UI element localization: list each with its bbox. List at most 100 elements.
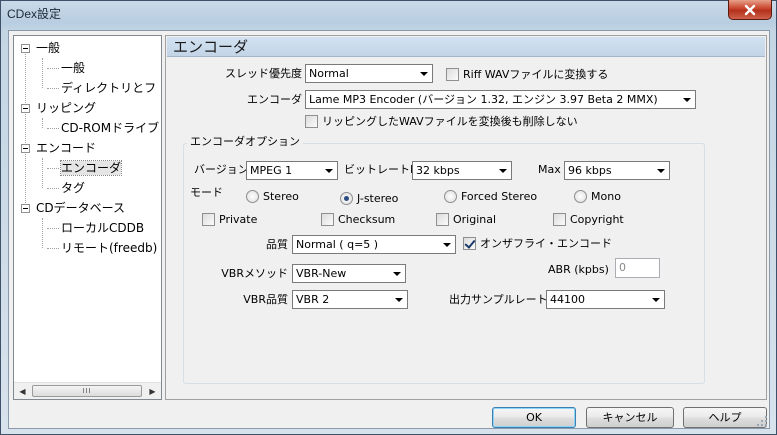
tree-item-local-cddb[interactable]: ローカルCDDB (61, 219, 144, 237)
checksum-checkbox[interactable]: Checksum (321, 213, 395, 227)
ok-button[interactable]: OK (492, 407, 576, 428)
copyright-label: Copyright (570, 213, 624, 226)
help-button[interactable]: ヘルプ (683, 407, 767, 428)
riff-wav-label: Riff WAVファイルに変換する (463, 68, 609, 81)
version-label: バージョン (194, 163, 249, 176)
tree-item-label: エンコーダ (59, 160, 123, 176)
on-the-fly-checkbox[interactable]: オンザフライ・エンコード (463, 237, 612, 251)
settings-window: CDex設定 一般 一般 ディレクトリとフ リッピング CD-ROMドライブ エ… (0, 0, 777, 435)
quality-select[interactable]: Normal ( q=5 ) (292, 235, 456, 254)
scroll-thumb[interactable]: III (32, 385, 142, 397)
thread-priority-label: スレッド優先度 (225, 67, 302, 80)
tree-item-cdrom-drive[interactable]: CD-ROMドライブ (61, 119, 159, 137)
bitrate-min-select[interactable]: 32 kbps (412, 161, 512, 180)
chevron-down-icon (321, 162, 337, 179)
radio-dot (444, 190, 457, 203)
tree-expander-encode[interactable] (21, 144, 30, 153)
window-title: CDex設定 (7, 7, 62, 21)
panel-header: エンコーダ (167, 37, 765, 57)
mode-radio-forced-stereo[interactable]: Forced Stereo (444, 190, 537, 204)
radio-dot (340, 192, 353, 205)
tree-expander-cddb[interactable] (21, 204, 30, 213)
tree-item-directories[interactable]: ディレクトリとフ (61, 79, 156, 97)
version-select[interactable]: MPEG 1 (246, 161, 338, 180)
title-bar[interactable]: CDex設定 (1, 0, 776, 27)
tree-item-label: 一般 (61, 61, 86, 75)
on-the-fly-label: オンザフライ・エンコード (480, 237, 612, 250)
chevron-down-icon (439, 236, 455, 253)
tree-guide-line (47, 88, 59, 89)
mode-option-label: Stereo (263, 190, 299, 203)
original-checkbox[interactable]: Original (436, 213, 496, 227)
mode-label: モード (190, 186, 223, 199)
riff-wav-checkbox[interactable]: Riff WAVファイルに変換する (446, 68, 608, 82)
mode-radio-stereo[interactable]: Stereo (246, 190, 299, 204)
thread-priority-select[interactable]: Normal (305, 64, 433, 83)
sample-rate-select[interactable]: 44100 (546, 290, 665, 309)
tree-item-remote-freedb[interactable]: リモート(freedb) (61, 239, 157, 257)
tree-item-ripping[interactable]: リッピング (36, 99, 96, 117)
tree-guide-line (47, 68, 59, 69)
encoder-options-title: エンコーダオプション (187, 135, 303, 149)
copyright-checkbox[interactable]: Copyright (553, 213, 624, 227)
mode-radio-mono[interactable]: Mono (574, 190, 621, 204)
checkbox-box (553, 213, 566, 226)
tree-guide-line (47, 228, 59, 229)
encoder-select[interactable]: Lame MP3 Encoder (バージョン 1.32, エンジン 3.97 … (305, 90, 696, 109)
tree-guide-line (42, 58, 43, 88)
keep-wav-checkbox[interactable]: リッピングしたWAVファイルを変換後も削除しない (305, 115, 578, 129)
tree-item-label: CD-ROMドライブ (61, 121, 160, 135)
chevron-down-icon (391, 291, 407, 308)
scroll-left-icon[interactable]: ◀ (14, 383, 31, 399)
bitrate-max-label: Max (538, 163, 561, 176)
chevron-down-icon (679, 91, 695, 108)
private-label: Private (219, 213, 258, 226)
original-label: Original (453, 213, 497, 226)
checkbox-box (446, 68, 459, 81)
radio-dot (246, 190, 259, 203)
tree-guide-line (47, 168, 59, 169)
encoder-settings-panel: エンコーダ スレッド優先度 Normal Riff WAVファイルに変換する エ… (165, 35, 767, 400)
tree-expander-ripping[interactable] (21, 104, 30, 113)
mode-option-label: Forced Stereo (461, 190, 538, 203)
tree-guide-line (47, 128, 59, 129)
keep-wav-label: リッピングしたWAVファイルを変換後も削除しない (322, 115, 578, 128)
vbr-method-select[interactable]: VBR-New (292, 264, 406, 283)
cancel-button[interactable]: キャンセル (586, 407, 674, 428)
close-button[interactable] (728, 0, 772, 20)
sample-rate-label: 出力サンプルレート (449, 293, 548, 306)
vbr-method-value: VBR-New (296, 267, 347, 280)
mode-option-label: J-stereo (357, 192, 399, 205)
tree-item-encode[interactable]: エンコード (36, 139, 96, 157)
bitrate-max-select[interactable]: 96 kbps (564, 161, 670, 180)
checkbox-box (436, 213, 449, 226)
checksum-label: Checksum (338, 213, 396, 226)
vbr-quality-label: VBR品質 (243, 293, 288, 306)
checkbox-box (321, 213, 334, 226)
tree-item-tags[interactable]: タグ (61, 179, 85, 197)
bitrate-min-value: 32 kbps (416, 164, 460, 177)
tree-guide-line (42, 158, 43, 188)
tree-horizontal-scrollbar[interactable]: ◀ III ▶ (14, 382, 161, 399)
settings-tree[interactable]: 一般 一般 ディレクトリとフ リッピング CD-ROMドライブ エンコード エン… (13, 35, 162, 400)
tree-item-general-sub[interactable]: 一般 (61, 59, 85, 77)
version-value: MPEG 1 (250, 164, 293, 177)
tree-item-label: タグ (61, 181, 86, 195)
tree-item-cd-database[interactable]: CDデータベース (36, 199, 125, 217)
panel-title: エンコーダ (173, 38, 249, 56)
mode-radio-jstereo[interactable]: J-stereo (340, 192, 398, 206)
vbr-quality-select[interactable]: VBR 2 (292, 290, 408, 309)
tree-expander-general[interactable] (21, 44, 30, 53)
radio-dot (574, 190, 587, 203)
abr-input[interactable]: 0 (615, 258, 660, 278)
quality-label: 品質 (266, 238, 288, 251)
tree-item-general[interactable]: 一般 (36, 39, 60, 57)
abr-label: ABR (kpbs) (548, 263, 609, 276)
resize-grip-icon[interactable] (756, 415, 768, 427)
tree-item-encoder[interactable]: エンコーダ (59, 159, 123, 177)
private-checkbox[interactable]: Private (202, 213, 257, 227)
tree-item-label: リッピング (36, 101, 97, 115)
scroll-right-icon[interactable]: ▶ (144, 383, 161, 399)
quality-value: Normal ( q=5 ) (296, 238, 379, 251)
tree-guide-line (42, 118, 43, 128)
